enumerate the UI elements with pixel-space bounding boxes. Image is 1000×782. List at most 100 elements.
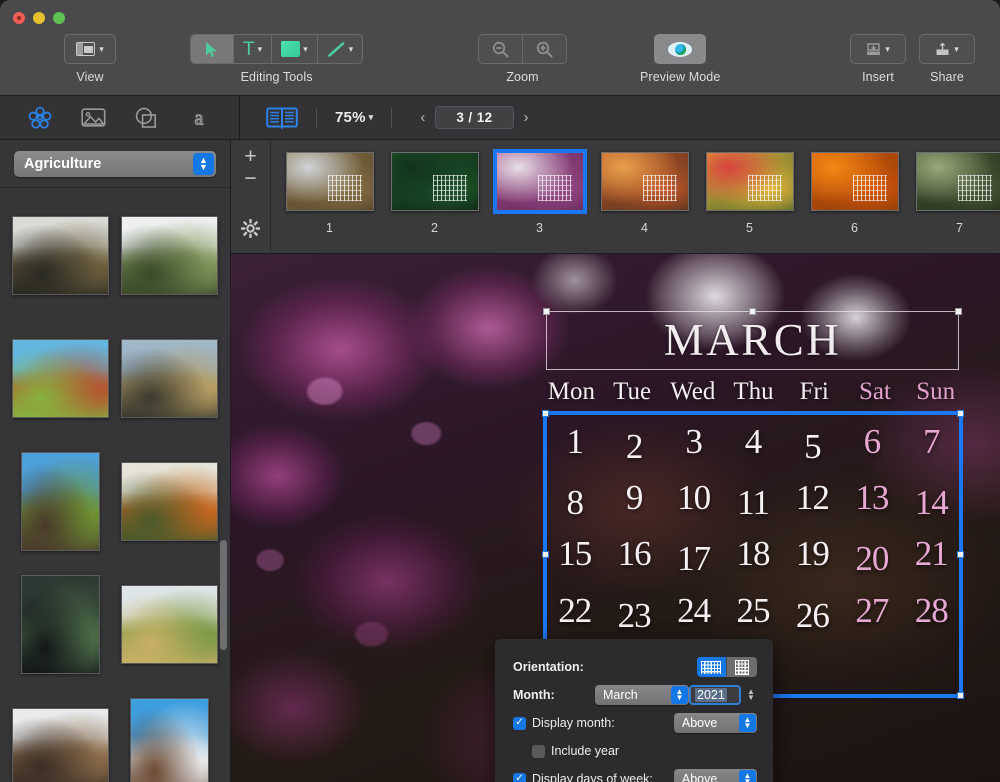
year-field[interactable]: 2021 — [689, 685, 741, 705]
zoom-level-dropdown[interactable]: 75% ▾ — [335, 109, 373, 126]
library-photo-red-barn-wheat-field[interactable] — [12, 338, 109, 418]
calendar-day-13[interactable]: 13 — [842, 470, 901, 526]
library-photo-teasel-thistles-barn[interactable] — [121, 338, 218, 418]
next-page-button[interactable]: › — [514, 109, 539, 126]
calendar-day-4[interactable]: 4 — [723, 414, 782, 470]
library-photo-palouse-rolling-fields[interactable] — [121, 584, 218, 664]
library-photo-grazing-herd-field[interactable] — [121, 215, 218, 295]
calendar-day-20[interactable]: 20 — [842, 531, 901, 587]
calendar-day-26[interactable]: 26 — [783, 588, 842, 644]
calendar-day-28[interactable]: 28 — [902, 583, 961, 639]
include-year-checkbox[interactable] — [532, 744, 545, 758]
minimize-button[interactable] — [33, 12, 45, 24]
page-thumb-5[interactable] — [705, 152, 794, 211]
calendar-day-17[interactable]: 17 — [664, 531, 723, 587]
calendar-day-23[interactable]: 23 — [604, 588, 663, 644]
updown-stepper-icon[interactable]: ▲ ▼ — [671, 686, 688, 704]
zoom-out-button[interactable] — [479, 35, 523, 63]
plus-icon[interactable]: + — [244, 146, 256, 168]
display-days-checkbox[interactable]: ✓ — [513, 772, 526, 782]
calendar-day-1[interactable]: 1 — [545, 414, 604, 470]
display-days-position-dropdown[interactable]: Above ▲ ▼ — [673, 769, 757, 782]
library-photo-dark-cabin-forest[interactable] — [21, 574, 100, 674]
month-dropdown[interactable]: March ▲ ▼ — [595, 685, 689, 705]
gear-icon[interactable] — [240, 218, 261, 243]
calendar-day-25[interactable]: 25 — [723, 583, 782, 639]
zoom-in-button[interactable] — [523, 35, 566, 63]
filmstrip-page-7[interactable]: 7 — [907, 152, 1000, 253]
sidebar-item-text[interactable]: a — [184, 104, 214, 132]
calendar-day-3[interactable]: 3 — [664, 414, 723, 470]
calendar-day-11[interactable]: 11 — [723, 475, 782, 531]
text-tool-button[interactable]: T ▾ — [234, 35, 273, 63]
filmstrip-page-1[interactable]: 1 — [277, 152, 382, 253]
updown-stepper-icon[interactable]: ▲ ▼ — [193, 153, 214, 175]
line-tool-button[interactable]: ▾ — [318, 35, 363, 63]
calendar-day-27[interactable]: 27 — [842, 583, 901, 639]
calendar-day-22[interactable]: 22 — [545, 583, 604, 639]
share-button[interactable]: ▾ — [919, 34, 975, 64]
calendar-day-18[interactable]: 18 — [723, 526, 782, 582]
page-thumb-6[interactable] — [810, 152, 899, 211]
resize-handle-tl[interactable] — [543, 308, 550, 315]
calendar-day-5[interactable]: 5 — [783, 419, 842, 475]
calendar-day-19[interactable]: 19 — [783, 526, 842, 582]
insert-button[interactable]: ▾ — [850, 34, 906, 64]
library-scrollbar[interactable] — [220, 540, 227, 650]
view-button[interactable]: ▾ — [64, 34, 116, 64]
page-canvas[interactable]: MARCH Mon Tue Wed Thu Fri Sat Sun 1 2 3 … — [231, 254, 1000, 782]
calendar-day-21[interactable]: 21 — [902, 526, 961, 582]
filmstrip-page-3[interactable]: 3 — [487, 149, 592, 253]
page-thumb-3[interactable] — [492, 149, 587, 214]
previous-page-button[interactable]: ‹ — [410, 109, 435, 126]
filmstrip-page-4[interactable]: 4 — [592, 152, 697, 253]
page-thumb-2[interactable] — [390, 152, 479, 211]
calendar-day-15[interactable]: 15 — [545, 526, 604, 582]
calendar-day-8[interactable]: 8 — [545, 475, 604, 531]
book-spread-icon[interactable] — [266, 106, 298, 130]
calendar-day-24[interactable]: 24 — [664, 583, 723, 639]
page-thumb-7[interactable] — [915, 152, 1000, 211]
calendar-day-2[interactable]: 2 — [604, 419, 663, 475]
library-photo-snowy-cabin-woods[interactable] — [12, 707, 109, 782]
sidebar-item-calendar[interactable] — [25, 104, 55, 132]
calendar-day-16[interactable]: 16 — [604, 526, 663, 582]
chevron-down-icon: ▾ — [99, 43, 104, 54]
shape-tool-button[interactable]: ▾ — [272, 35, 318, 63]
display-month-checkbox[interactable]: ✓ — [513, 716, 526, 730]
page-thumb-1[interactable] — [285, 152, 374, 211]
calendar-day-9[interactable]: 9 — [604, 470, 663, 526]
library-photo-farmhouse-green-field[interactable] — [21, 451, 100, 551]
updown-stepper-icon[interactable]: ▲ ▼ — [739, 770, 756, 782]
minus-icon[interactable]: − — [244, 168, 256, 190]
filmstrip-page-2[interactable]: 2 — [382, 152, 487, 253]
library-photo-horse-hay-wagon[interactable] — [12, 215, 109, 295]
sidebar-item-shapes[interactable] — [131, 104, 161, 132]
main-toolbar: ▾ View T ▾ ▾ ▾ Editing Tools Zoom Previe… — [0, 0, 1000, 96]
filmstrip-page-6[interactable]: 6 — [802, 152, 907, 253]
calendar-day-6[interactable]: 6 — [842, 414, 901, 470]
library-photo-autumn-road-red-barns[interactable] — [121, 461, 218, 541]
calendar-day-12[interactable]: 12 — [783, 470, 842, 526]
library-photo-mountain-barn-blue-sky[interactable] — [130, 697, 209, 782]
orientation-landscape-button[interactable] — [696, 657, 727, 677]
resize-handle-tc[interactable] — [748, 308, 756, 315]
select-arrow-button[interactable] — [191, 35, 234, 63]
calendar-day-10[interactable]: 10 — [664, 470, 723, 526]
zoom-window-button[interactable] — [53, 12, 65, 24]
sidebar-item-photos[interactable] — [78, 104, 108, 132]
year-stepper-icon[interactable]: ▲ ▼ — [745, 685, 757, 705]
category-dropdown[interactable]: Agriculture ▲ ▼ — [14, 151, 216, 177]
calendar-day-7[interactable]: 7 — [902, 414, 961, 470]
display-month-position-dropdown[interactable]: Above ▲ ▼ — [673, 713, 757, 733]
calendar-day-14[interactable]: 14 — [902, 475, 961, 531]
orientation-portrait-button[interactable] — [727, 657, 757, 677]
updown-stepper-icon[interactable]: ▲ ▼ — [739, 714, 756, 732]
page-thumb-4[interactable] — [600, 152, 689, 211]
filmstrip-page-5[interactable]: 5 — [697, 152, 802, 253]
close-button[interactable] — [13, 12, 25, 24]
month-title-textbox[interactable]: MARCH — [543, 308, 962, 370]
resize-handle-tr[interactable] — [955, 308, 962, 315]
page-indicator[interactable]: 3 / 12 — [435, 106, 514, 129]
preview-mode-button[interactable] — [654, 34, 707, 64]
